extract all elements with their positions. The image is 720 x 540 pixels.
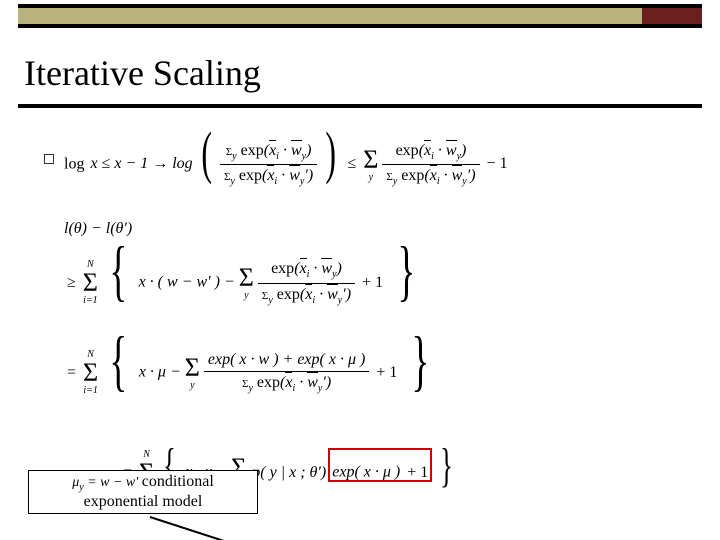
p-y-given-x: p( y | x ; θ′) (250, 464, 328, 481)
title-underline (18, 104, 702, 108)
content-area: log x ≤ x − 1 → log ( Σy exp(xi · wy) Σy… (0, 120, 720, 540)
sum-y: Σy (363, 147, 378, 183)
x-leq-part: x ≤ x − 1 → log (88, 155, 192, 172)
frac-4: exp( x · w ) + exp( x · μ ) Σy exp(xi · … (204, 351, 369, 394)
top-khaki-band (18, 8, 702, 24)
callout-line2: exponential model (84, 493, 203, 510)
frac-1: Σy exp(xi · wy) Σy exp(xi · wy′) (220, 142, 317, 187)
geq: ≥ (64, 274, 79, 291)
arrow-icon (145, 512, 375, 540)
bullet-icon (44, 154, 54, 164)
sum-y-4: Σy (185, 355, 200, 391)
sum-y-3: Σy (239, 265, 254, 301)
frac-2: exp(xi · wy) Σy exp(xi · wy′) (382, 142, 479, 187)
sum-i-N-2: NΣi=1 (83, 350, 98, 396)
callout-box: μy = w − w' conditional exponential mode… (28, 470, 258, 514)
slide-title: Iterative Scaling (24, 52, 261, 94)
log-text: log (64, 155, 84, 172)
slide: Iterative Scaling log x ≤ x − 1 → log ( … (0, 0, 720, 540)
highlight-box (328, 448, 432, 482)
equation-line-1: log x ≤ x − 1 → log ( Σy exp(xi · wy) Σy… (64, 142, 511, 187)
minus-one: − 1 (484, 155, 511, 172)
xi-dot-w-diff: x · ( w − w′ ) − (139, 274, 235, 291)
frac-3: exp(xi · wy) Σy exp(xi · wy′) (258, 260, 355, 305)
top-rule-2 (18, 24, 702, 28)
equation-line-4: = NΣi=1 { x · μ − Σy exp( x · w ) + exp(… (64, 350, 437, 396)
sum-i-N: NΣi=1 (83, 260, 98, 306)
top-accent-block (642, 8, 702, 24)
top-decoration (0, 0, 720, 34)
leq: ≤ (344, 155, 359, 172)
equation-line-3: ≥ NΣi=1 { x · ( w − w′ ) − Σy exp(xi · w… (64, 260, 423, 306)
mu-equation: μy = w − w' (72, 475, 142, 490)
callout-tail: conditional (142, 473, 214, 490)
xi-dot-mu: x · μ − (139, 364, 181, 381)
